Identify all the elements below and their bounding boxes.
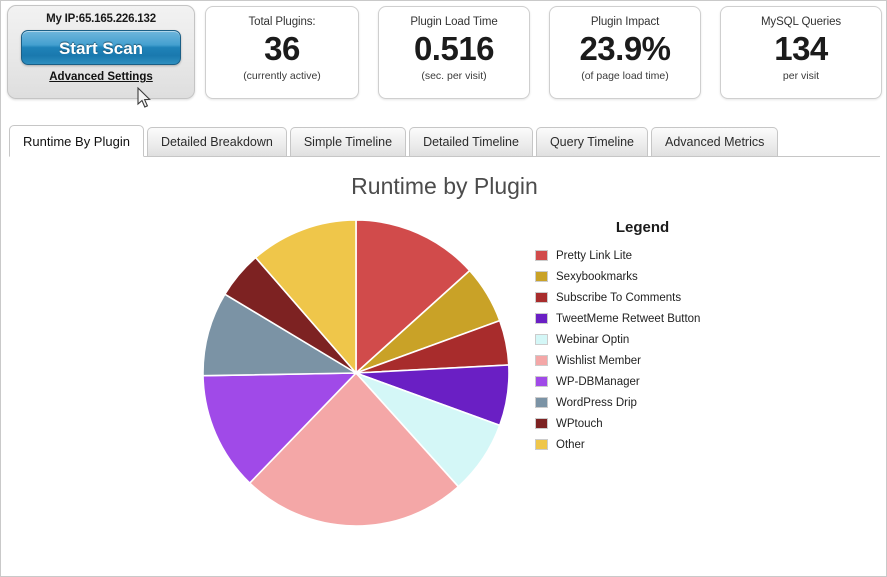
legend-item-label: Pretty Link Lite <box>556 249 633 262</box>
legend-item-label: TweetMeme Retweet Button <box>556 312 701 325</box>
legend-item-label: WP-DBManager <box>556 375 640 388</box>
tab-simple-timeline[interactable]: Simple Timeline <box>289 127 407 156</box>
legend-item[interactable]: TweetMeme Retweet Button <box>535 308 815 329</box>
stat-label: Total Plugins: <box>248 16 316 28</box>
tab-runtime-by-plugin[interactable]: Runtime By Plugin <box>9 125 144 157</box>
tab-bar: Runtime By Plugin Detailed Breakdown Sim… <box>9 125 880 157</box>
legend-swatch-icon <box>535 439 548 450</box>
tab-detailed-timeline[interactable]: Detailed Timeline <box>409 127 533 156</box>
legend-item-label: Sexybookmarks <box>556 270 638 283</box>
plugin-performance-panel: My IP:65.165.226.132 Start Scan Advanced… <box>0 0 887 577</box>
stat-card-mysql-queries: MySQL Queries 134 per visit <box>720 6 882 99</box>
legend-swatch-icon <box>535 292 548 303</box>
chart-panel: Runtime by Plugin Legend Pretty Link Lit… <box>10 157 879 568</box>
top-stats-bar: My IP:65.165.226.132 Start Scan Advanced… <box>1 1 887 109</box>
stat-sublabel: per visit <box>782 70 820 82</box>
legend-swatch-icon <box>535 250 548 261</box>
stat-label: Plugin Load Time <box>410 16 498 28</box>
legend-item-label: WPtouch <box>556 417 603 430</box>
legend-item-label: Wishlist Member <box>556 354 641 367</box>
my-ip-text: My IP:65.165.226.132 <box>46 13 156 25</box>
stat-value: 0.516 <box>413 30 495 67</box>
chart-legend: Legend Pretty Link Lite Sexybookmarks Subs… <box>535 219 815 455</box>
legend-item-label: Subscribe To Comments <box>556 291 682 304</box>
legend-item-label: Other <box>556 438 585 451</box>
stat-value: 36 <box>264 30 300 67</box>
stat-label: Plugin Impact <box>590 16 660 28</box>
legend-swatch-icon <box>535 397 548 408</box>
legend-item[interactable]: Pretty Link Lite <box>535 245 815 266</box>
pie-chart <box>196 213 516 533</box>
legend-item[interactable]: WPtouch <box>535 413 815 434</box>
legend-item[interactable]: Other <box>535 434 815 455</box>
legend-item[interactable]: Wishlist Member <box>535 350 815 371</box>
legend-swatch-icon <box>535 334 548 345</box>
stat-sublabel: (currently active) <box>243 70 321 82</box>
stat-value: 134 <box>774 30 828 67</box>
stat-label: MySQL Queries <box>760 16 842 28</box>
legend-swatch-icon <box>535 271 548 282</box>
stat-value: 23.9% <box>579 30 671 67</box>
legend-item-label: Webinar Optin <box>556 333 630 346</box>
legend-item[interactable]: Sexybookmarks <box>535 266 815 287</box>
tab-query-timeline[interactable]: Query Timeline <box>535 127 649 156</box>
stat-sublabel: (of page load time) <box>581 70 669 82</box>
legend-item[interactable]: WP-DBManager <box>535 371 815 392</box>
stat-card-plugin-load-time: Plugin Load Time 0.516 (sec. per visit) <box>378 6 530 99</box>
legend-items: Pretty Link Lite Sexybookmarks Subscribe T… <box>535 245 815 455</box>
start-scan-button[interactable]: Start Scan <box>21 30 181 65</box>
legend-swatch-icon <box>535 418 548 429</box>
tab-advanced-metrics[interactable]: Advanced Metrics <box>651 127 779 156</box>
stat-card-total-plugins: Total Plugins: 36 (currently active) <box>205 6 359 99</box>
advanced-settings-link[interactable]: Advanced Settings <box>49 71 153 83</box>
stat-card-plugin-impact: Plugin Impact 23.9% (of page load time) <box>549 6 701 99</box>
legend-swatch-icon <box>535 376 548 387</box>
stat-sublabel: (sec. per visit) <box>421 70 487 82</box>
legend-title: Legend <box>615 219 670 236</box>
legend-item[interactable]: Subscribe To Comments <box>535 287 815 308</box>
legend-swatch-icon <box>535 355 548 366</box>
pie-chart-svg <box>202 219 510 527</box>
tab-detailed-breakdown[interactable]: Detailed Breakdown <box>146 127 287 156</box>
ip-scan-panel: My IP:65.165.226.132 Start Scan Advanced… <box>7 5 195 99</box>
legend-swatch-icon <box>535 313 548 324</box>
legend-item-label: WordPress Drip <box>556 396 637 409</box>
chart-title: Runtime by Plugin <box>351 173 538 199</box>
legend-item[interactable]: Webinar Optin <box>535 329 815 350</box>
legend-item[interactable]: WordPress Drip <box>535 392 815 413</box>
